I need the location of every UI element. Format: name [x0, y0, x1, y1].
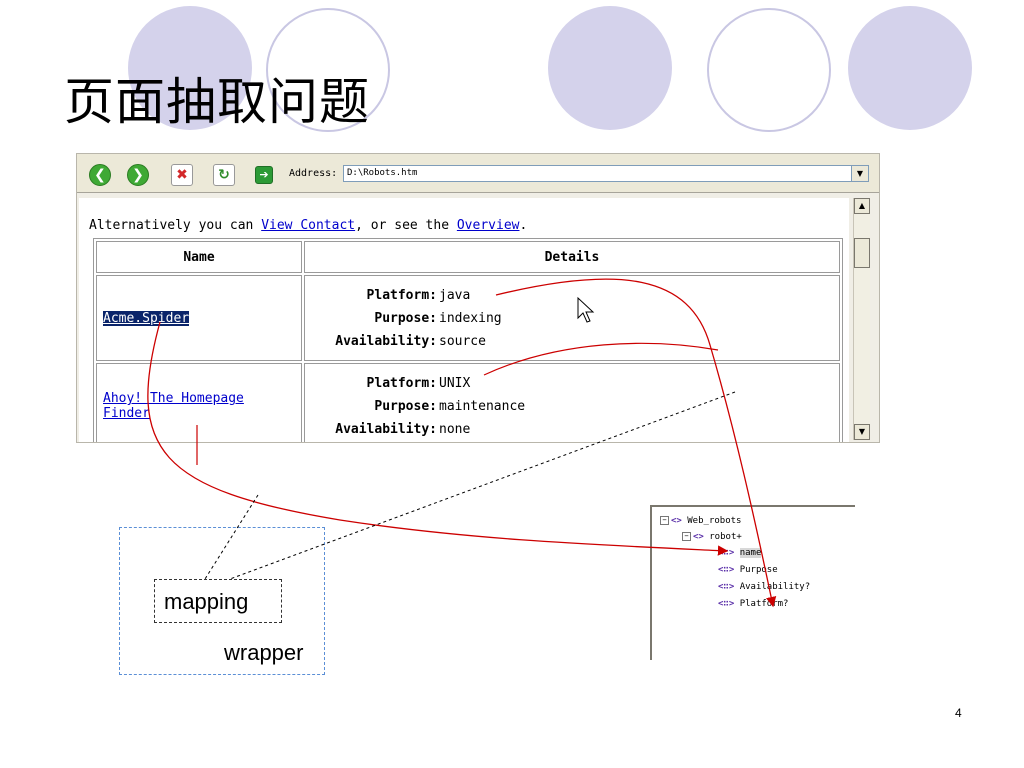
- intro-prefix: Alternatively you can: [89, 218, 262, 233]
- detail-value: java: [439, 287, 471, 303]
- detail-key: Purpose:: [374, 398, 437, 414]
- details-cell: Platform: java Purpose: indexing Availabil…: [304, 275, 840, 361]
- address-dropdown-icon[interactable]: ▼: [851, 165, 869, 182]
- tree-leaf[interactable]: <∷> Purpose: [718, 564, 778, 576]
- detail-value: indexing: [439, 310, 502, 326]
- detail-line: Purpose: maintenance: [311, 395, 833, 418]
- detail-key: Availability:: [335, 421, 437, 437]
- scroll-thumb[interactable]: [854, 238, 870, 268]
- wrapper-label: wrapper: [224, 640, 304, 665]
- tree-node-child[interactable]: − <> robot+: [682, 531, 742, 543]
- detail-line: Purpose: indexing: [311, 307, 833, 330]
- table-row: Acme.Spider Platform: java Purpose: indexi…: [96, 275, 840, 361]
- tree-leaf[interactable]: <∷> Availability?: [718, 581, 810, 593]
- name-cell: Acme.Spider: [96, 275, 302, 361]
- slide-title: 页面抽取问题: [64, 73, 370, 131]
- header-details: Details: [304, 241, 840, 273]
- page-number: 4: [955, 706, 962, 720]
- detail-value: maintenance: [439, 398, 526, 414]
- attribute-icon: <∷>: [718, 548, 735, 558]
- table-row: Ahoy! The Homepage Finder Platform: UNIX …: [96, 363, 840, 442]
- scroll-up-icon[interactable]: ▲: [854, 198, 870, 214]
- detail-value: none: [439, 421, 471, 437]
- stop-icon[interactable]: ✖: [171, 164, 193, 186]
- robot-name-link[interactable]: Acme.Spider: [103, 310, 190, 326]
- robots-table: Name Details Acme.Spider Platform: java P…: [93, 238, 843, 442]
- detail-line: Platform: java: [311, 284, 833, 307]
- scroll-down-icon[interactable]: ▼: [854, 424, 870, 440]
- address-input[interactable]: D:\Robots.htm: [343, 165, 853, 182]
- back-arrow-icon[interactable]: ❮: [89, 164, 111, 186]
- tree-node-label: Web_robots: [687, 516, 742, 526]
- tree-node-label: Availability?: [739, 582, 811, 592]
- go-arrow-icon[interactable]: ➔: [255, 166, 273, 184]
- detail-key: Platform:: [366, 287, 437, 303]
- element-icon: <>: [671, 516, 682, 526]
- vertical-scrollbar[interactable]: ▲ ▼: [853, 198, 870, 440]
- intro-middle: , or see the: [355, 218, 457, 233]
- deco-circle-5: [848, 6, 972, 130]
- view-contact-link[interactable]: View Contact: [261, 218, 355, 233]
- detail-key: Purpose:: [374, 310, 437, 326]
- attribute-icon: <∷>: [718, 599, 735, 609]
- address-label: Address:: [289, 168, 338, 179]
- tree-node-root[interactable]: − <> Web_robots: [660, 515, 741, 527]
- browser-window: ❮ ❯ ✖ ↻ ➔ Address: D:\Robots.htm ▼ Alter…: [76, 153, 880, 443]
- header-name: Name: [96, 241, 302, 273]
- schema-tree-panel: − <> Web_robots − <> robot+ <∷> name <∷> P…: [650, 505, 855, 660]
- table-header-row: Name Details: [96, 241, 840, 273]
- tree-leaf[interactable]: <∷> name: [718, 547, 762, 559]
- name-cell: Ahoy! The Homepage Finder: [96, 363, 302, 442]
- mapping-box: mapping: [154, 579, 282, 623]
- deco-circle-3: [548, 6, 672, 130]
- collapse-icon[interactable]: −: [660, 516, 669, 525]
- collapse-icon[interactable]: −: [682, 532, 691, 541]
- attribute-icon: <∷>: [718, 582, 735, 592]
- tree-node-label: name: [739, 548, 762, 558]
- detail-value: source: [439, 333, 486, 349]
- attribute-icon: <∷>: [718, 565, 735, 575]
- tree-node-label: Purpose: [739, 565, 778, 575]
- tree-node-label: Platform?: [739, 599, 789, 609]
- page-content: Alternatively you can View Contact, or s…: [79, 198, 849, 442]
- browser-toolbar: ❮ ❯ ✖ ↻ ➔ Address: D:\Robots.htm ▼: [77, 154, 879, 193]
- overview-link[interactable]: Overview: [457, 218, 520, 233]
- deco-circle-4: [707, 8, 831, 132]
- tree-leaf[interactable]: <∷> Platform?: [718, 598, 788, 610]
- forward-arrow-icon[interactable]: ❯: [127, 164, 149, 186]
- detail-line: Availability: source: [311, 330, 833, 353]
- element-icon: <>: [693, 532, 704, 542]
- intro-text: Alternatively you can View Contact, or s…: [89, 218, 527, 233]
- intro-suffix: .: [519, 218, 528, 233]
- tree-node-label: robot+: [709, 532, 742, 542]
- refresh-icon[interactable]: ↻: [213, 164, 235, 186]
- detail-key: Platform:: [366, 375, 437, 391]
- robot-name-link[interactable]: Ahoy! The Homepage Finder: [103, 391, 244, 421]
- detail-value: UNIX: [439, 375, 471, 391]
- detail-line: Platform: UNIX: [311, 372, 833, 395]
- detail-key: Availability:: [335, 333, 437, 349]
- detail-line: Availability: none: [311, 418, 833, 441]
- details-cell: Platform: UNIX Purpose: maintenance Availa…: [304, 363, 840, 442]
